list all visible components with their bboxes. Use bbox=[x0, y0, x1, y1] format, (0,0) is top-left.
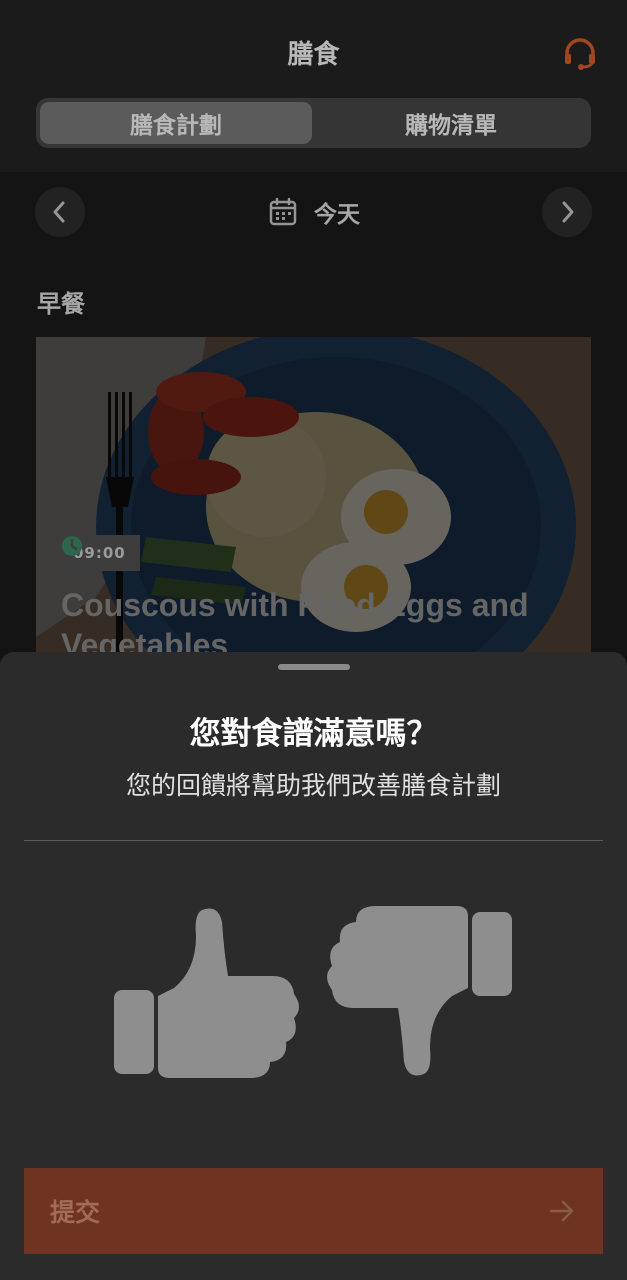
thumbs-up-icon[interactable] bbox=[100, 892, 310, 1092]
thumbs-down-icon[interactable] bbox=[318, 892, 528, 1092]
arrow-right-icon bbox=[549, 1200, 574, 1222]
submit-button[interactable]: 提交 bbox=[24, 1168, 603, 1254]
divider bbox=[24, 840, 603, 841]
sheet-drag-handle[interactable] bbox=[278, 664, 350, 670]
feedback-title: 您對食譜滿意嗎？ bbox=[189, 716, 438, 752]
feedback-bottom-sheet: 您對食譜滿意嗎？ 您的回饋將幫助我們改善膳食計劃 提交 bbox=[0, 652, 627, 1280]
feedback-subtitle: 您的回饋將幫助我們改善膳食計劃 bbox=[125, 771, 501, 800]
submit-label: 提交 bbox=[50, 1198, 101, 1227]
